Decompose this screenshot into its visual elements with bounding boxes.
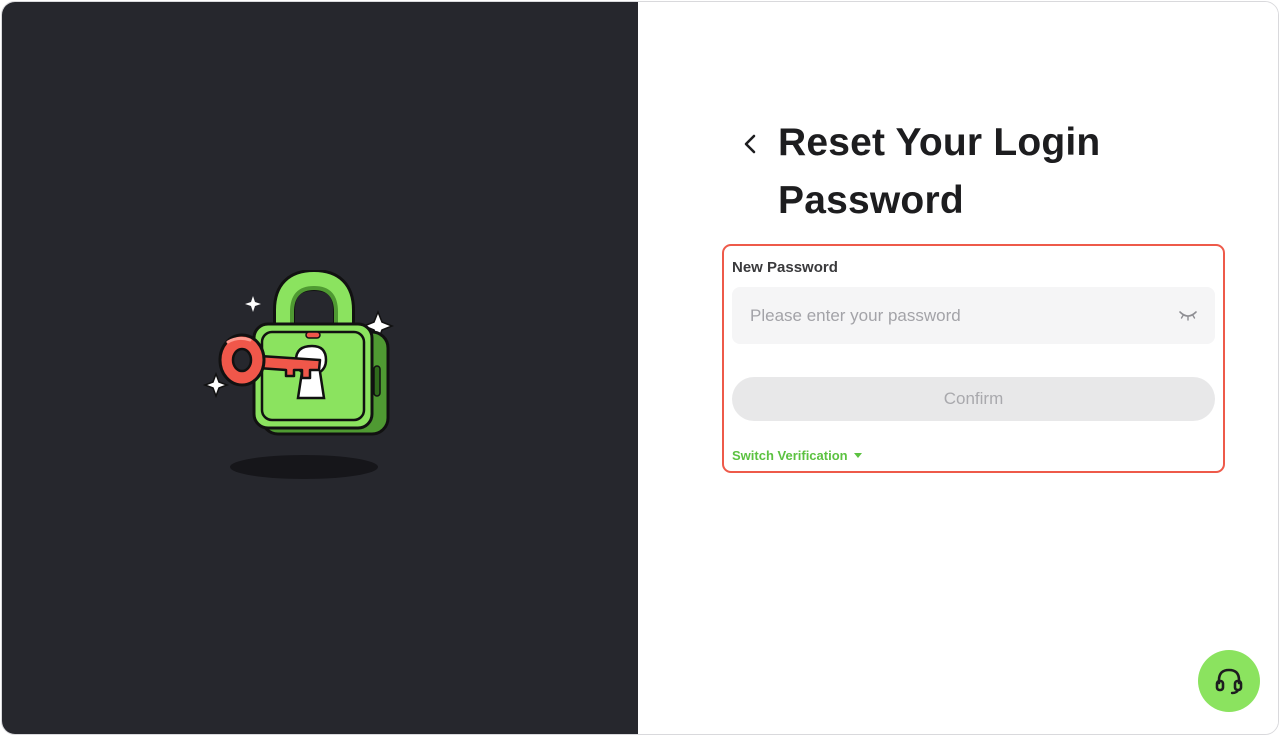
caret-down-icon <box>853 453 862 458</box>
headset-icon <box>1215 668 1243 695</box>
reset-password-panel: Reset Your Login Password New Password C… <box>638 2 1278 734</box>
reset-password-form: New Password Confirm Switch Verification <box>722 244 1225 473</box>
page-title: Reset Your Login Password <box>778 121 1101 222</box>
toggle-visibility-button[interactable] <box>1177 305 1199 325</box>
switch-verification-link[interactable]: Switch Verification <box>732 448 862 463</box>
lock-key-illustration <box>202 270 395 479</box>
new-password-input[interactable] <box>732 287 1152 344</box>
switch-verification-label: Switch Verification <box>732 448 848 463</box>
customer-support-button[interactable] <box>1198 650 1260 712</box>
illustration-panel <box>2 2 638 734</box>
chevron-left-icon <box>744 134 756 154</box>
back-button[interactable] <box>734 126 766 162</box>
password-field <box>732 287 1215 344</box>
app-window: Reset Your Login Password New Password C… <box>1 1 1279 735</box>
new-password-label: New Password <box>732 259 838 276</box>
eye-closed-icon <box>1179 311 1197 321</box>
confirm-button[interactable]: Confirm <box>732 377 1215 421</box>
